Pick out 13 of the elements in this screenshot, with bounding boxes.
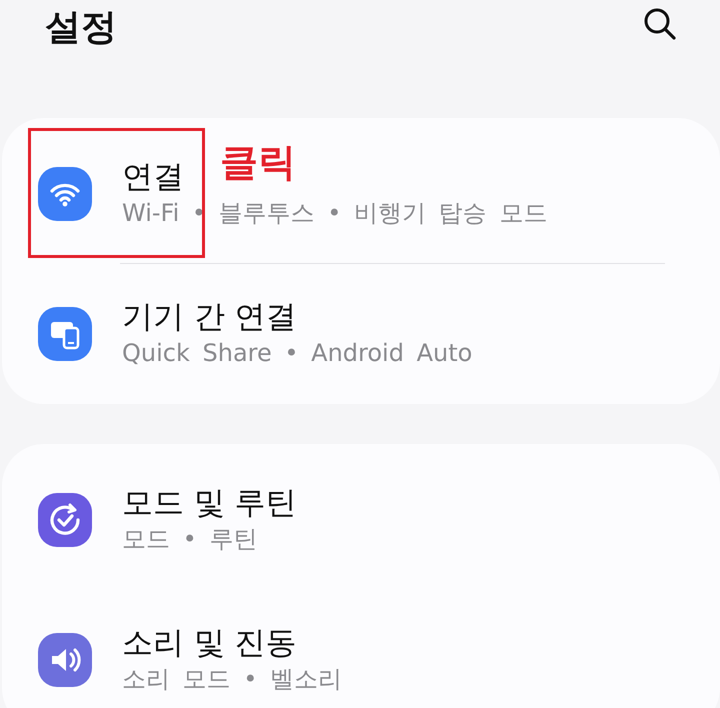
item-title: 모드 및 루틴 [122,484,297,524]
settings-item[interactable]: 기기 간 연결 Quick Share • Android Auto [2,264,720,404]
item-title: 연결 [122,158,184,198]
item-subtitle: 소리 모드 • 벨소리 [122,664,342,696]
page-title: 설정 [45,6,117,50]
item-subtitle: 모드 • 루틴 [122,524,258,556]
item-subtitle: Wi-Fi • 블루투스 • 비행기 탑승 모드 [122,198,548,230]
item-title: 소리 및 진동 [122,624,297,664]
annotation-label: 클릭 [220,140,296,186]
item-title: 기기 간 연결 [122,298,297,338]
settings-item[interactable]: 모드 및 루틴 모드 • 루틴 [2,450,720,590]
item-subtitle: Quick Share • Android Auto [122,338,472,370]
settings-item[interactable]: 소리 및 진동 소리 모드 • 벨소리 [2,590,720,708]
